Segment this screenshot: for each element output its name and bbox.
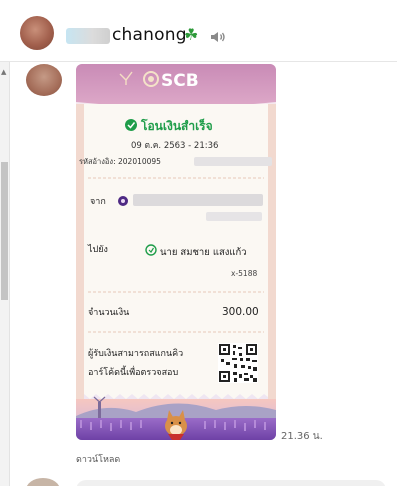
reference-code: รหัสอ้างอิง: 202010095 bbox=[79, 157, 161, 166]
sender-avatar[interactable] bbox=[26, 64, 62, 96]
qr-note-line1: ผู้รับเงินสามารถสแกนคิว bbox=[88, 348, 183, 359]
chat-window: chanong ☘ ▲ SCB โอนเงินสำเร็จ 09 ต.ค. 25… bbox=[0, 0, 397, 486]
bank-name: SCB bbox=[161, 71, 199, 91]
scroll-up-icon[interactable]: ▲ bbox=[1, 68, 6, 76]
qr-code[interactable] bbox=[218, 343, 258, 383]
recipient-name: นาย สมชาย แสงแก้ว bbox=[160, 247, 247, 258]
chat-header: chanong ☘ bbox=[0, 0, 397, 62]
clover-icon: ☘ bbox=[184, 25, 199, 44]
receipt-image[interactable]: SCB โอนเงินสำเร็จ 09 ต.ค. 2563 - 21:36 ร… bbox=[76, 64, 276, 440]
transfer-status: โอนเงินสำเร็จ bbox=[140, 118, 213, 133]
scroll-thumb[interactable] bbox=[1, 162, 8, 300]
speaker-icon[interactable] bbox=[210, 30, 226, 44]
success-check-icon bbox=[125, 119, 137, 131]
receipt-svg: SCB โอนเงินสำเร็จ 09 ต.ค. 2563 - 21:36 ร… bbox=[76, 64, 276, 440]
amount-label: จำนวนเงิน bbox=[88, 307, 129, 318]
next-message-bubble bbox=[76, 480, 386, 486]
scrollbar[interactable]: ▲ bbox=[0, 62, 10, 486]
transfer-date: 09 ต.ค. 2563 - 21:36 bbox=[131, 141, 218, 151]
download-link[interactable]: ดาวน์โหลด bbox=[76, 452, 120, 466]
amount-value: 300.00 bbox=[222, 306, 259, 318]
from-label: จาก bbox=[90, 197, 106, 207]
message-time: 21.36 น. bbox=[281, 431, 323, 442]
contact-avatar[interactable] bbox=[20, 16, 54, 50]
to-label: ไปยัง bbox=[87, 244, 108, 255]
recipient-account: x-5188 bbox=[231, 269, 257, 278]
chat-title[interactable]: chanong bbox=[112, 25, 187, 45]
name-blur bbox=[66, 28, 110, 44]
next-message-avatar[interactable] bbox=[26, 478, 60, 486]
